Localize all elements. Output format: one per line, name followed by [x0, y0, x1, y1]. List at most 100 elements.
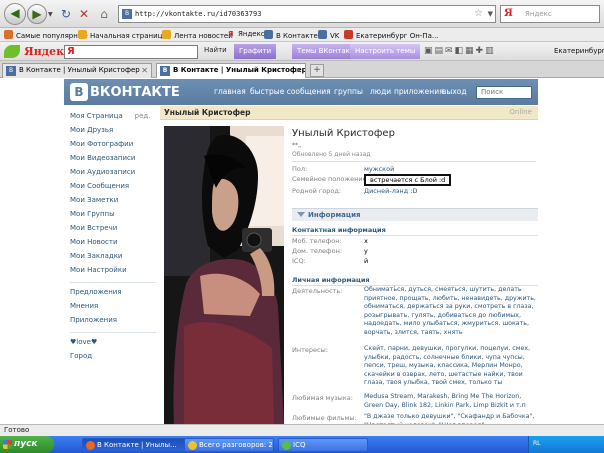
bookmark-item[interactable]: Самые популярные [4, 30, 88, 40]
system-tray: RL [528, 436, 604, 453]
forward-button[interactable]: ▶ [27, 4, 47, 24]
url-dropdown-icon[interactable]: ▼ [488, 10, 493, 18]
menu-apps[interactable]: приложения [394, 87, 444, 96]
bookmark-item[interactable]: Яндекс [238, 30, 265, 38]
find-button[interactable]: Найти [204, 46, 227, 54]
browser-toolbar: ◀ ▶ ▼ ↻ ✕ ⌂ B http://vkontakte.ru/id7036… [0, 0, 604, 28]
sidebar-item-apps[interactable]: Приложения [70, 316, 156, 330]
history-dropdown-icon[interactable]: ▼ [48, 11, 53, 18]
address-bar[interactable]: B http://vkontakte.ru/id70363793 ☆ ▼ [118, 5, 496, 23]
sidebar-item-videos[interactable]: Мои Видеозаписи [70, 154, 156, 168]
start-button[interactable]: пуск [0, 436, 54, 453]
profile-photo-image [164, 126, 284, 424]
sidebar-item-messages[interactable]: Мои Сообщения [70, 182, 156, 196]
weather-city[interactable]: Екатеринбург [554, 47, 604, 55]
tab-vk-2[interactable]: B В Контакте | Унылый Кристофер ✕ [156, 63, 306, 78]
taskbar-item-browser[interactable]: В Контакте | Унылы... [82, 438, 194, 452]
language-indicator[interactable]: RL [533, 440, 541, 447]
leaf-icon [4, 45, 20, 58]
vk-icon: B [160, 66, 170, 76]
contact-title: Контактная информация [292, 226, 386, 234]
reload-icon[interactable]: ↻ [58, 6, 74, 22]
yandex-icon: Я [504, 8, 513, 19]
status-bar: Готово [0, 424, 604, 436]
menu-quick-messages[interactable]: быстрые сообщения [250, 87, 331, 96]
menu-logout[interactable]: выход [442, 87, 467, 96]
bookmark-item[interactable]: Я [228, 30, 233, 38]
sidebar-item-groups[interactable]: Мои Группы [70, 210, 156, 224]
url-text[interactable]: http://vkontakte.ru/id70363793 [135, 10, 261, 18]
search-placeholder[interactable]: Яндекс [525, 10, 552, 18]
bookmark-item[interactable]: VK [318, 30, 339, 40]
star-icon[interactable]: ☆ [474, 8, 483, 19]
profile-name-bar-title: Унылый Кристофер [164, 108, 251, 117]
sidebar-item-settings[interactable]: Мои Настройки [70, 266, 156, 280]
bookmark-item[interactable]: В Контакте [264, 30, 318, 40]
toolbar-icons[interactable]: ▣▤✉◧▦✚▥ [424, 46, 496, 56]
bookmark-icon [4, 30, 13, 39]
menu-people[interactable]: люди [370, 87, 391, 96]
tab-vk-1[interactable]: B В Контакте | Унылый Кристофер ✕ [2, 63, 152, 78]
menu-home[interactable]: главная [214, 87, 246, 96]
field-gender: Пол: мужской [292, 165, 395, 173]
vk-header: В ВКОНТАКТЕ главная быстрые сообщения гру… [64, 79, 538, 105]
page-content: В ВКОНТАКТЕ главная быстрые сообщения гру… [0, 79, 604, 424]
close-icon[interactable]: ✕ [141, 64, 148, 77]
sidebar-item-notes[interactable]: Мои Заметки [70, 196, 156, 210]
bookmark-icon [344, 30, 353, 39]
taskbar-item-icq[interactable]: ICQ [278, 438, 368, 452]
gender-value[interactable]: мужской [364, 165, 394, 173]
vk-logo[interactable]: В ВКОНТАКТЕ [70, 83, 180, 101]
sidebar-item-news[interactable]: Мои Новости [70, 238, 156, 252]
close-icon[interactable]: ✕ [295, 64, 302, 77]
films-value[interactable]: "В джазе только девушки", "Скафандр и Ба… [364, 413, 536, 424]
menu-groups[interactable]: группы [334, 87, 363, 96]
divider [292, 161, 536, 162]
activity-value[interactable]: Обнимать́ся, дуться, смеяться, шутить, д… [364, 286, 536, 338]
vk-search-input[interactable]: Поиск [476, 86, 532, 99]
sidebar: Моя Страница ред. Мои Друзья Мои Фотограф… [70, 112, 156, 366]
profile-status[interactable]: **,, [292, 142, 302, 149]
back-button[interactable]: ◀ [4, 3, 26, 25]
profile-name: Унылый Кристофер [292, 128, 395, 139]
sidebar-item-audio[interactable]: Мои Аудиозаписи [70, 168, 156, 182]
graffiti-button[interactable]: Графити [234, 44, 277, 59]
browser-search-box[interactable]: Я Яндекс [500, 5, 600, 23]
stop-icon[interactable]: ✕ [76, 6, 92, 22]
vk-icon: B [6, 66, 16, 76]
bookmarks-bar: Самые популярные Начальная страница Лент… [0, 28, 604, 42]
sidebar-item-opinions[interactable]: Мнения [70, 302, 156, 316]
home-icon[interactable]: ⌂ [96, 6, 112, 22]
sidebar-item-my-page[interactable]: Моя Страница ред. [70, 112, 156, 126]
profile-photo[interactable] [164, 126, 284, 424]
sidebar-item-bookmarks[interactable]: Мои Закладки [70, 252, 156, 266]
interests-value[interactable]: Скейт, парни, девушки, прогулки, поцелуи… [364, 345, 536, 388]
edit-link[interactable]: ред. [135, 112, 151, 120]
personal-title: Личная информация [292, 276, 370, 284]
favicon-icon: B [122, 9, 132, 19]
sidebar-item-photos[interactable]: Мои Фотографии [70, 140, 156, 154]
relationship-value[interactable]: встречается с Блой :d [364, 174, 452, 186]
new-tab-button[interactable]: + [310, 64, 324, 77]
sidebar-item-events[interactable]: Мои Встречи [70, 224, 156, 238]
sidebar-item-city[interactable]: Город [70, 352, 156, 366]
bookmark-item[interactable]: Екатеринбург Он-Па... [344, 30, 439, 40]
yandex-search-input[interactable]: Я [64, 45, 198, 59]
sidebar-item-friends[interactable]: Мои Друзья [70, 126, 156, 140]
status-text: Готово [4, 426, 30, 434]
chat-icon [188, 441, 197, 450]
field-icq: ICQ: й [292, 257, 369, 265]
collapse-arrow-icon [297, 212, 305, 217]
music-value[interactable]: Medusa Stream, Marakesh, Bring Me The Ho… [364, 393, 536, 410]
configure-themes-button[interactable]: Настроить темы [350, 44, 421, 59]
hometown-value[interactable]: Дисней-лэнд :D [364, 187, 417, 195]
firefox-icon [86, 441, 95, 450]
sidebar-item-offers[interactable]: Предложения [70, 288, 156, 302]
taskbar: пуск В Контакте | Унылы... Всего разгово… [0, 436, 604, 453]
info-section-header[interactable]: Информация [292, 208, 538, 221]
taskbar-item-chat[interactable]: Всего разговоров: 2... [184, 438, 274, 452]
sidebar-item-love[interactable]: ♥love♥ [70, 338, 156, 352]
field-mobile: Моб. телефон: х [292, 237, 368, 245]
bookmark-item[interactable]: Лента новостей [162, 30, 233, 40]
bookmark-item[interactable]: Начальная страница [78, 30, 167, 40]
